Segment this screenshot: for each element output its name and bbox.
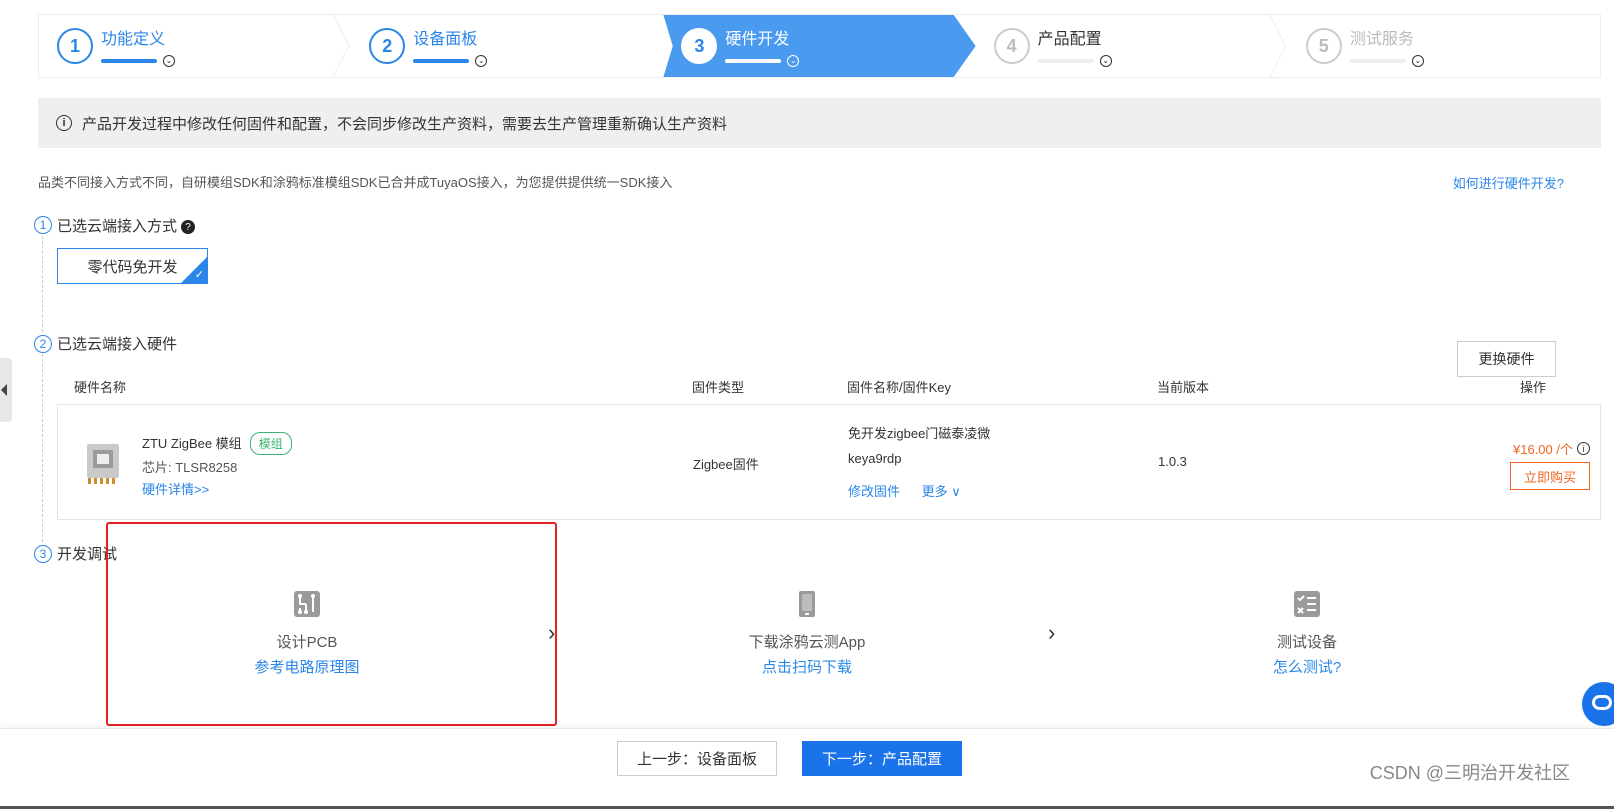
- section-connector: [42, 236, 43, 332]
- step-number: 2: [369, 28, 406, 64]
- step-product-config[interactable]: 4 产品配置 ⌄: [976, 15, 1288, 77]
- module-badge: 模组: [249, 432, 292, 455]
- firmware-actions: 修改固件 更多 ∨: [848, 481, 979, 500]
- section-number-2: 2: [34, 335, 52, 353]
- step-label: 功能定义: [101, 31, 166, 48]
- dev-step-test-device: 测试设备 怎么测试?: [1207, 590, 1407, 677]
- section-title-hardware: 已选云端接入硬件: [57, 336, 178, 353]
- header-hardware-name: 硬件名称: [74, 380, 127, 395]
- prev-step-button[interactable]: 上一步：设备面板: [617, 741, 777, 776]
- header-firmware-name: 固件名称/固件Key: [847, 380, 952, 395]
- notice-banner: i 产品开发过程中修改任何固件和配置，不会同步修改生产资料，需要去生产管理重新确…: [38, 98, 1601, 148]
- firmware-type: Zigbee固件: [693, 457, 759, 472]
- no-code-label: 零代码免开发: [87, 258, 178, 276]
- module-chip-icon: [87, 444, 119, 484]
- firmware-key: keya9rdp: [848, 451, 902, 466]
- step-progress-bar: [101, 59, 157, 63]
- chevron-down-icon[interactable]: ⌄: [787, 55, 800, 67]
- step-function-definition[interactable]: 1 功能定义 ⌄: [39, 15, 351, 77]
- chevron-down-icon[interactable]: ⌄: [1411, 55, 1424, 67]
- section-connector: [42, 354, 43, 542]
- price-text: ¥16.00 /个: [1513, 442, 1573, 457]
- step-progress-bar: [725, 59, 782, 63]
- progress-stepper: 1 功能定义 ⌄ 2 设备面板 ⌄ 3 硬件开发 ⌄ 4 产品配置 ⌄ 5 测试…: [38, 14, 1601, 78]
- step-label: 设备面板: [413, 31, 478, 48]
- dev-step-title: 下载涂鸦云测App: [748, 634, 866, 651]
- step-label: 测试服务: [1349, 31, 1414, 48]
- price: ¥16.00 /个 i: [1513, 439, 1590, 458]
- next-step-button[interactable]: 下一步：产品配置: [802, 741, 962, 776]
- chevron-right-icon: ›: [1048, 620, 1056, 645]
- firmware-name: 免开发zigbee门磁泰凌微: [848, 426, 991, 441]
- step-separator-icon: [333, 15, 350, 77]
- step-number: 3: [681, 28, 718, 64]
- footer-bar: 上一步：设备面板 下一步：产品配置 CSDN @三明治开发社区: [0, 728, 1614, 809]
- dev-step-download-app: 下载涂鸦云测App 点击扫码下载: [707, 590, 907, 677]
- change-hardware-button[interactable]: 更换硬件: [1457, 341, 1556, 377]
- watermark: CSDN @三明治开发社区: [1369, 763, 1570, 783]
- chat-support-button[interactable]: [1582, 682, 1614, 726]
- section-title-text: 已选云端接入方式: [57, 218, 178, 235]
- chevron-down-icon[interactable]: ⌄: [475, 55, 488, 67]
- chat-icon: [1592, 695, 1612, 710]
- section-number-3: 3: [34, 545, 52, 563]
- step-progress-bar: [1349, 59, 1406, 63]
- check-icon: ✓: [194, 269, 204, 281]
- step-label: 产品配置: [1037, 31, 1102, 48]
- current-version: 1.0.3: [1158, 454, 1187, 469]
- access-description: 品类不同接入方式不同，自研模组SDK和涂鸦标准模组SDK已合并成TuyaOS接入…: [38, 175, 673, 190]
- step-progress-bar: [1037, 59, 1094, 63]
- sidebar-collapse-handle[interactable]: [0, 358, 12, 422]
- step-number: 1: [57, 28, 93, 64]
- step-label: 硬件开发: [725, 31, 790, 48]
- no-code-option[interactable]: 零代码免开发 ✓: [57, 248, 208, 284]
- step-separator-icon: [1269, 15, 1287, 77]
- highlight-box: [106, 522, 557, 726]
- chevron-down-icon[interactable]: ⌄: [1099, 55, 1112, 67]
- info-icon: i: [56, 115, 72, 131]
- header-version: 当前版本: [1157, 380, 1210, 395]
- chip-model: 芯片: TLSR8258: [142, 460, 238, 475]
- scan-download-link[interactable]: 点击扫码下载: [707, 656, 907, 677]
- phone-icon: [799, 591, 815, 617]
- checklist-icon: [1294, 591, 1320, 617]
- chevron-down-icon[interactable]: ⌄: [163, 55, 175, 67]
- step-test-service[interactable]: 5 测试服务 ⌄: [1288, 15, 1600, 77]
- hardware-name-text: ZTU ZigBee 模组: [142, 436, 242, 451]
- header-action: 操作: [1519, 380, 1546, 395]
- hardware-name: ZTU ZigBee 模组 模组: [142, 432, 292, 455]
- section-number-1: 1: [34, 216, 52, 234]
- question-icon[interactable]: ?: [181, 220, 196, 235]
- info-icon[interactable]: i: [1577, 442, 1590, 455]
- step-hardware-dev[interactable]: 3 硬件开发 ⌄: [663, 15, 976, 77]
- section-title-access-method: 已选云端接入方式?: [57, 215, 196, 236]
- how-to-test-link[interactable]: 怎么测试?: [1207, 656, 1407, 677]
- step-number: 5: [1305, 28, 1342, 64]
- hardware-detail-link[interactable]: 硬件详情>>: [142, 479, 209, 498]
- more-dropdown[interactable]: 更多 ∨: [922, 484, 961, 499]
- dev-step-title: 测试设备: [1276, 634, 1337, 651]
- notice-text: 产品开发过程中修改任何固件和配置，不会同步修改生产资料，需要去生产管理重新确认生…: [82, 115, 728, 133]
- hardware-dev-page: 1 功能定义 ⌄ 2 设备面板 ⌄ 3 硬件开发 ⌄ 4 产品配置 ⌄ 5 测试…: [0, 0, 1614, 809]
- step-progress-bar: [413, 59, 470, 63]
- step-device-panel[interactable]: 2 设备面板 ⌄: [351, 15, 663, 77]
- modify-firmware-link[interactable]: 修改固件: [848, 484, 900, 499]
- header-firmware-type: 固件类型: [692, 380, 745, 395]
- buy-now-button[interactable]: 立即购买: [1510, 462, 1590, 490]
- hardware-dev-help-link[interactable]: 如何进行硬件开发?: [1453, 173, 1564, 192]
- table-row: ZTU ZigBee 模组 模组 芯片: TLSR8258 硬件详情>> Zigb…: [57, 404, 1601, 520]
- step-number: 4: [993, 28, 1030, 64]
